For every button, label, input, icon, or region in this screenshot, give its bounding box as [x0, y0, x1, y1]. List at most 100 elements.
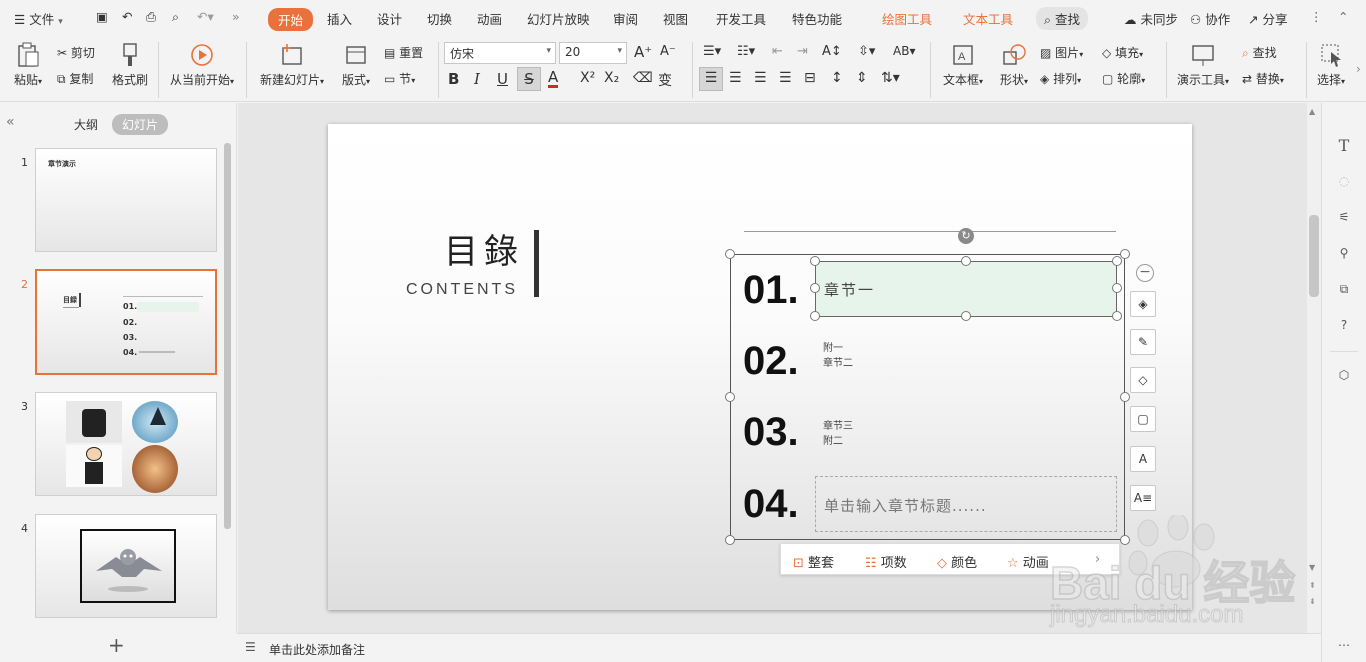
layout-button[interactable]: 版式▾ — [336, 42, 376, 88]
border-icon[interactable]: ▢ — [1130, 406, 1156, 432]
presentation-tools-button[interactable]: 演示工具▾ — [1172, 42, 1234, 88]
cube-icon[interactable]: ⬡ — [1334, 365, 1354, 385]
resize-handle[interactable] — [1120, 535, 1130, 545]
reset-button[interactable]: ▤ 重置 — [384, 44, 423, 61]
increase-font-icon[interactable]: A⁺ — [634, 43, 652, 61]
chevron-right-icon[interactable]: › — [1356, 62, 1361, 76]
item-text-2[interactable]: 附一 章节二 — [823, 341, 853, 371]
tab-outline[interactable]: 大纲 — [74, 116, 98, 133]
resize-handle[interactable] — [810, 256, 820, 266]
undo-history-icon[interactable]: ↶ — [122, 9, 132, 24]
font-color-icon[interactable]: A — [548, 70, 559, 88]
decrease-indent-icon[interactable]: ⇤ — [772, 44, 783, 59]
chevron-right-icon[interactable]: › — [1095, 552, 1100, 567]
sliders-icon[interactable]: ⚟ — [1334, 207, 1354, 227]
line-spacing-icon[interactable]: ↕ — [831, 70, 843, 86]
help-icon[interactable]: ? — [1334, 315, 1354, 335]
resize-handle[interactable] — [961, 311, 971, 321]
notes-bar[interactable]: ☰ 单击此处添加备注 — [237, 633, 1321, 662]
more-options-icon[interactable]: ⋮ — [1310, 9, 1323, 24]
text-frame-icon[interactable]: A — [1130, 446, 1156, 472]
shape-button[interactable]: 形状▾ — [994, 42, 1034, 88]
copy-icon[interactable]: ⧉ — [1334, 279, 1354, 299]
picture-button[interactable]: ▨ 图片▾ — [1040, 44, 1083, 61]
numbering-icon[interactable]: ☷▾ — [737, 44, 755, 59]
item-text-box-1[interactable]: 章节一 — [815, 261, 1117, 317]
arrange-button[interactable]: ◈ 排列▾ — [1040, 70, 1081, 87]
resize-handle[interactable] — [1120, 249, 1130, 259]
share-button[interactable]: ↗ 分享 — [1248, 9, 1287, 28]
decrease-font-icon[interactable]: A⁻ — [660, 44, 676, 59]
subscript-icon[interactable]: X₂ — [604, 70, 619, 86]
item-text-3[interactable]: 章节三 附二 — [823, 419, 853, 449]
save-icon[interactable]: ▣ — [96, 9, 108, 24]
pen-icon[interactable]: ✎ — [1130, 329, 1156, 355]
file-menu[interactable]: ☰ 文件 ▾ — [14, 9, 63, 28]
tab-review[interactable]: 审阅 — [613, 9, 638, 28]
resize-handle[interactable] — [1112, 283, 1122, 293]
print-icon[interactable]: ⎙ — [146, 9, 156, 25]
eraser-icon[interactable]: ⌫ — [633, 70, 653, 86]
align-text-icon[interactable]: ⇳▾ — [858, 44, 875, 59]
animation-button[interactable]: ☆ 动画 — [1007, 552, 1049, 571]
convert-icon[interactable]: AB▾ — [893, 44, 915, 58]
find-button[interactable]: ⌕ 查找 — [1242, 44, 1277, 61]
select-button[interactable]: 选择▾ — [1312, 42, 1350, 88]
strikethrough-icon[interactable]: S — [517, 67, 541, 91]
resize-handle[interactable] — [725, 392, 735, 402]
justify-icon[interactable]: ☰ — [779, 70, 792, 86]
column-icon[interactable]: ⇅▾ — [881, 70, 900, 86]
item-count-button[interactable]: ☷ 项数 — [865, 552, 907, 571]
align-left-icon[interactable]: ☰ — [699, 67, 723, 91]
undo-icon[interactable]: ↶▾ — [197, 9, 214, 24]
collab-button[interactable]: ⚇ 协作 — [1190, 9, 1230, 28]
fill-button[interactable]: ◇ 填充▾ — [1102, 44, 1143, 61]
italic-icon[interactable]: I — [474, 70, 480, 88]
pin-icon[interactable]: ⚲ — [1334, 243, 1354, 263]
tab-features[interactable]: 特色功能 — [792, 9, 842, 28]
textbox-button[interactable]: A 文本框▾ — [938, 42, 988, 88]
tab-design[interactable]: 设计 — [377, 9, 402, 28]
scroll-up-icon[interactable]: ▲ — [1309, 107, 1315, 116]
text-direction-icon[interactable]: A↕ — [822, 44, 842, 59]
slide-thumbnail-2[interactable]: 目録 01. 02. 03. 04. — [35, 269, 217, 375]
tab-view[interactable]: 视图 — [663, 9, 688, 28]
fill-bucket-icon[interactable]: ◇ — [1130, 367, 1156, 393]
resize-handle[interactable] — [961, 256, 971, 266]
paragraph-spacing-icon[interactable]: ⇕ — [856, 70, 868, 86]
collapse-icon[interactable]: − — [1136, 264, 1154, 282]
distribute-icon[interactable]: ⊟ — [804, 70, 816, 86]
cut-button[interactable]: ✂ 剪切 — [57, 44, 95, 61]
tab-animation[interactable]: 动画 — [477, 9, 502, 28]
more-icon[interactable]: ⋯ — [1334, 635, 1354, 655]
slide-thumbnail-3[interactable] — [35, 392, 217, 496]
panel-scrollbar[interactable] — [224, 143, 231, 529]
new-slide-button[interactable]: 新建幻灯片▾ — [256, 42, 328, 88]
tab-insert[interactable]: 插入 — [327, 9, 352, 28]
play-from-current-button[interactable]: 从当前开始▾ — [166, 42, 238, 88]
layers-icon[interactable]: ◈ — [1130, 291, 1156, 317]
outline-button[interactable]: ▢ 轮廓▾ — [1102, 70, 1145, 87]
whole-set-button[interactable]: ⊡ 整套 — [793, 552, 834, 571]
prev-page-icon[interactable]: ⇞ — [1309, 581, 1316, 590]
lightbulb-icon[interactable]: ◌ — [1334, 171, 1354, 191]
superscript-icon[interactable]: X² — [580, 70, 595, 86]
color-button[interactable]: ◇ 颜色 — [937, 552, 977, 571]
resize-handle[interactable] — [1120, 392, 1130, 402]
increase-indent-icon[interactable]: ⇥ — [797, 44, 808, 59]
bold-icon[interactable]: B — [448, 70, 459, 88]
align-right-icon[interactable]: ☰ — [754, 70, 767, 86]
tab-slides[interactable]: 幻灯片 — [112, 114, 169, 135]
text-style-icon[interactable]: T — [1334, 135, 1354, 155]
canvas-scrollbar[interactable]: ▲ ▼ ⇞ ⇟ — [1307, 103, 1321, 633]
align-center-icon[interactable]: ☰ — [729, 70, 742, 86]
paste-button[interactable]: 粘贴▾ — [12, 42, 44, 88]
resize-handle[interactable] — [810, 311, 820, 321]
tab-drawing-tools[interactable]: 绘图工具 — [882, 9, 932, 28]
next-page-icon[interactable]: ⇟ — [1309, 597, 1316, 606]
scroll-down-icon[interactable]: ▼ — [1309, 563, 1315, 572]
slide-subtitle[interactable]: CONTENTS — [406, 281, 518, 299]
sync-button[interactable]: ☁ 未同步 — [1124, 9, 1178, 28]
tab-transition[interactable]: 切换 — [427, 9, 452, 28]
resize-handle[interactable] — [1112, 311, 1122, 321]
